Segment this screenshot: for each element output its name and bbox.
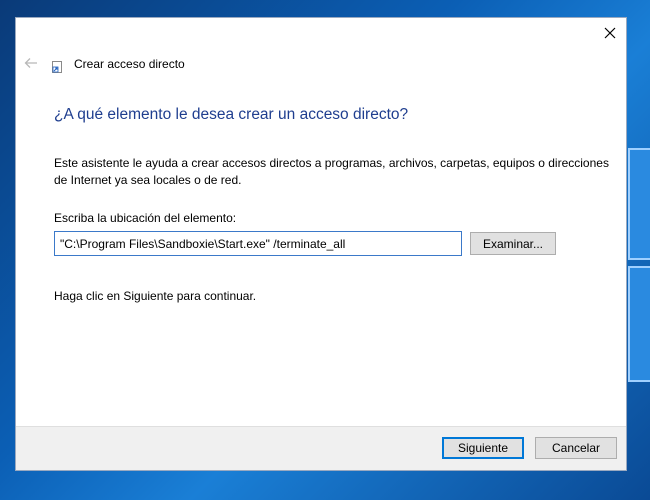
page-heading: ¿A qué elemento le desea crear un acceso… <box>54 106 409 123</box>
browse-button[interactable]: Examinar... <box>470 232 556 255</box>
cancel-button[interactable]: Cancelar <box>535 437 617 459</box>
location-input[interactable] <box>54 231 462 256</box>
back-arrow-icon <box>24 58 37 68</box>
close-icon <box>604 27 616 39</box>
window-title: Crear acceso directo <box>74 57 185 71</box>
shortcut-icon <box>52 60 62 73</box>
dialog-footer: Siguiente Cancelar <box>16 426 626 470</box>
description-text: Este asistente le ayuda a crear accesos … <box>54 156 609 187</box>
create-shortcut-dialog: Crear acceso directo ¿A qué elemento le … <box>15 17 627 471</box>
location-label: Escriba la ubicación del elemento: <box>54 211 237 225</box>
continue-hint: Haga clic en Siguiente para continuar. <box>54 289 257 303</box>
next-button[interactable]: Siguiente <box>442 437 524 459</box>
desktop-tile <box>628 148 650 260</box>
back-button[interactable] <box>22 54 40 72</box>
desktop-tile <box>628 266 650 382</box>
close-button[interactable] <box>596 20 624 46</box>
